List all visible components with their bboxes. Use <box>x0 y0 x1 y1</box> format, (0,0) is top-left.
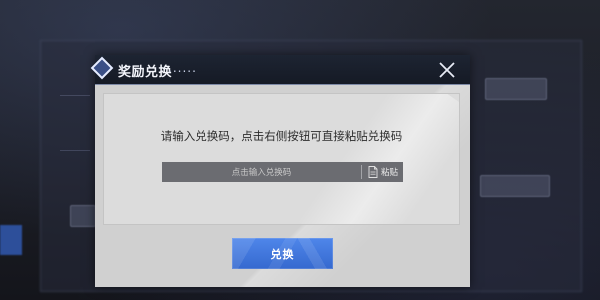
redeem-code-input[interactable] <box>162 162 361 184</box>
redeem-code-field: 粘贴 <box>162 162 403 184</box>
paste-button[interactable]: 粘贴 <box>364 162 403 182</box>
background-highlight <box>0 225 22 255</box>
redeem-button[interactable]: 兑换 <box>232 238 333 269</box>
diamond-icon <box>90 56 114 80</box>
paste-button-label: 粘贴 <box>381 168 399 178</box>
dialog-title-suffix: ...... <box>168 61 197 75</box>
decorative-sheen <box>297 94 459 224</box>
reward-redeem-dialog: 奖励兑换 ...... 请输入兑换码，点击右侧按钮可直接粘贴兑换码 点击输入兑换… <box>90 55 470 287</box>
background-divider <box>60 95 90 96</box>
dialog-body: 请输入兑换码，点击右侧按钮可直接粘贴兑换码 粘贴 兑换 <box>95 85 470 287</box>
redeem-content-area: 请输入兑换码，点击右侧按钮可直接粘贴兑换码 粘贴 <box>103 93 460 225</box>
close-icon <box>439 62 455 78</box>
input-divider <box>361 165 362 179</box>
document-icon <box>368 166 378 178</box>
dialog-title: 奖励兑换 <box>118 65 173 80</box>
dialog-header: 奖励兑换 ...... <box>90 55 470 85</box>
background-button <box>480 175 550 197</box>
instruction-text: 请输入兑换码，点击右侧按钮可直接粘贴兑换码 <box>160 129 403 143</box>
background-divider <box>60 150 90 151</box>
redeem-button-label: 兑换 <box>270 248 295 261</box>
close-button[interactable] <box>435 58 459 82</box>
background-button <box>70 205 96 227</box>
background-button <box>485 78 547 100</box>
